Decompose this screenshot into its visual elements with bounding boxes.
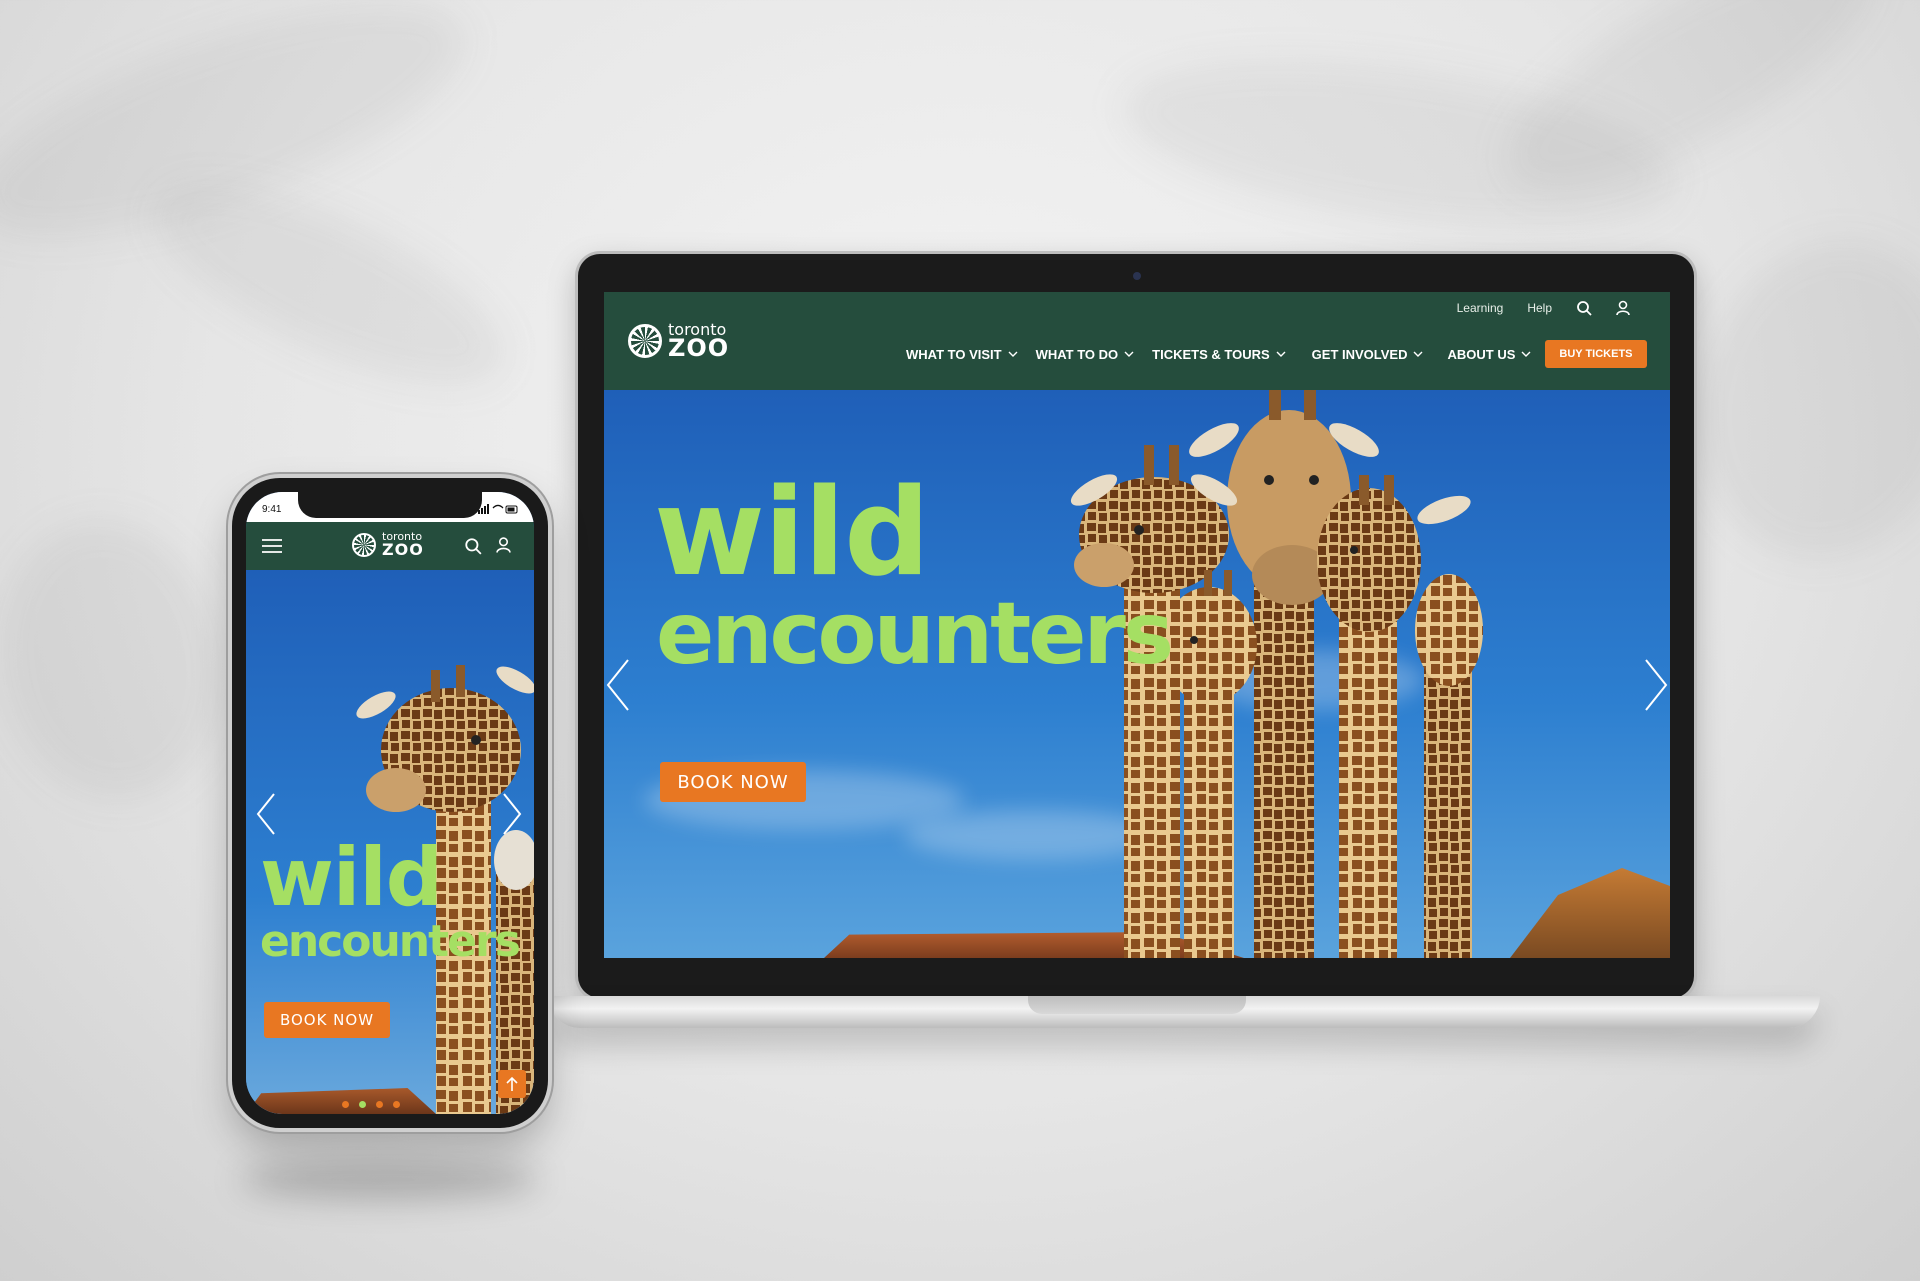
search-icon[interactable] xyxy=(464,537,482,555)
laptop-camera xyxy=(1133,272,1141,280)
search-icon[interactable] xyxy=(1576,300,1592,316)
nav-label: WHAT TO VISIT xyxy=(906,346,1002,362)
chevron-down-icon xyxy=(1413,351,1423,357)
chevron-down-icon xyxy=(1521,351,1531,357)
logo-word-big: ZOO xyxy=(382,540,424,560)
main-nav: WHAT TO VISIT WHAT TO DO TICKETS & TOURS… xyxy=(906,340,1647,368)
site-logo[interactable]: toronto ZOO xyxy=(628,321,730,363)
hero-headline-line1: wild xyxy=(260,831,443,924)
mesa-landscape xyxy=(246,1088,436,1114)
arrow-up-icon xyxy=(506,1076,518,1091)
background-shadow xyxy=(0,503,243,817)
hero-headline-line2: encounters xyxy=(656,584,1174,684)
chevron-left-icon[interactable] xyxy=(606,658,630,712)
mobile-logo[interactable]: toronto ZOO xyxy=(352,531,424,560)
hero-banner: wild encounters BOOK NOW xyxy=(604,390,1670,958)
status-icons xyxy=(478,504,518,514)
nav-about-us[interactable]: ABOUT US xyxy=(1447,347,1531,362)
laptop-hinge-notch xyxy=(1028,996,1246,1014)
buy-tickets-button[interactable]: BUY TICKETS xyxy=(1545,340,1647,368)
user-icon[interactable] xyxy=(1616,300,1630,316)
book-now-button[interactable]: BOOK NOW xyxy=(660,762,806,802)
mobile-screen: 9:41 toronto ZOO wild encounters BOOK NO… xyxy=(246,492,534,1114)
utility-link-help[interactable]: Help xyxy=(1527,301,1552,315)
hero-headline-line1: wild xyxy=(654,464,930,603)
carousel-dot-active[interactable] xyxy=(359,1101,366,1108)
mobile-hero-banner: wild encounters BOOK NOW xyxy=(246,570,534,1114)
user-icon[interactable] xyxy=(496,536,511,554)
status-time: 9:41 xyxy=(262,504,282,515)
back-to-top-button[interactable] xyxy=(498,1070,526,1098)
phone-notch xyxy=(298,492,482,518)
nav-get-involved[interactable]: GET INVOLVED xyxy=(1312,347,1424,362)
utility-nav: Learning Help xyxy=(1457,300,1630,316)
nav-what-to-do[interactable]: WHAT TO DO xyxy=(1036,347,1135,362)
desktop-screen: toronto ZOO Learning Help WHAT TO VISIT … xyxy=(604,292,1670,958)
hero-headline-line2: encounters xyxy=(260,916,521,967)
utility-link-learning[interactable]: Learning xyxy=(1457,301,1504,315)
nav-label: WHAT TO DO xyxy=(1035,346,1119,362)
chevron-right-icon[interactable] xyxy=(1644,658,1668,712)
background-shadow xyxy=(1663,211,1920,589)
nav-label: ABOUT US xyxy=(1447,346,1516,362)
carousel-dot[interactable] xyxy=(393,1101,400,1108)
nav-tickets-tours[interactable]: TICKETS & TOURS xyxy=(1152,347,1286,362)
nav-label: TICKETS & TOURS xyxy=(1152,346,1270,362)
logo-word-big: ZOO xyxy=(668,334,730,363)
nav-what-to-visit[interactable]: WHAT TO VISIT xyxy=(906,347,1018,362)
chevron-right-icon[interactable] xyxy=(502,792,522,836)
zoo-logo-icon xyxy=(352,532,376,557)
chevron-down-icon xyxy=(1276,351,1286,357)
chevron-down-icon xyxy=(1124,351,1134,357)
menu-icon[interactable] xyxy=(262,538,282,554)
chevron-left-icon[interactable] xyxy=(256,792,276,836)
mobile-header: toronto ZOO xyxy=(246,522,534,570)
background-shadow xyxy=(130,145,530,425)
phone-shadow xyxy=(240,1160,540,1200)
carousel-dot[interactable] xyxy=(376,1101,383,1108)
chevron-down-icon xyxy=(1008,351,1018,357)
zoo-logo-icon xyxy=(628,323,662,358)
book-now-button[interactable]: BOOK NOW xyxy=(264,1002,390,1038)
nav-label: GET INVOLVED xyxy=(1311,346,1408,362)
site-header: toronto ZOO Learning Help WHAT TO VISIT … xyxy=(604,292,1670,390)
carousel-dots xyxy=(342,1101,400,1108)
carousel-dot[interactable] xyxy=(342,1101,349,1108)
